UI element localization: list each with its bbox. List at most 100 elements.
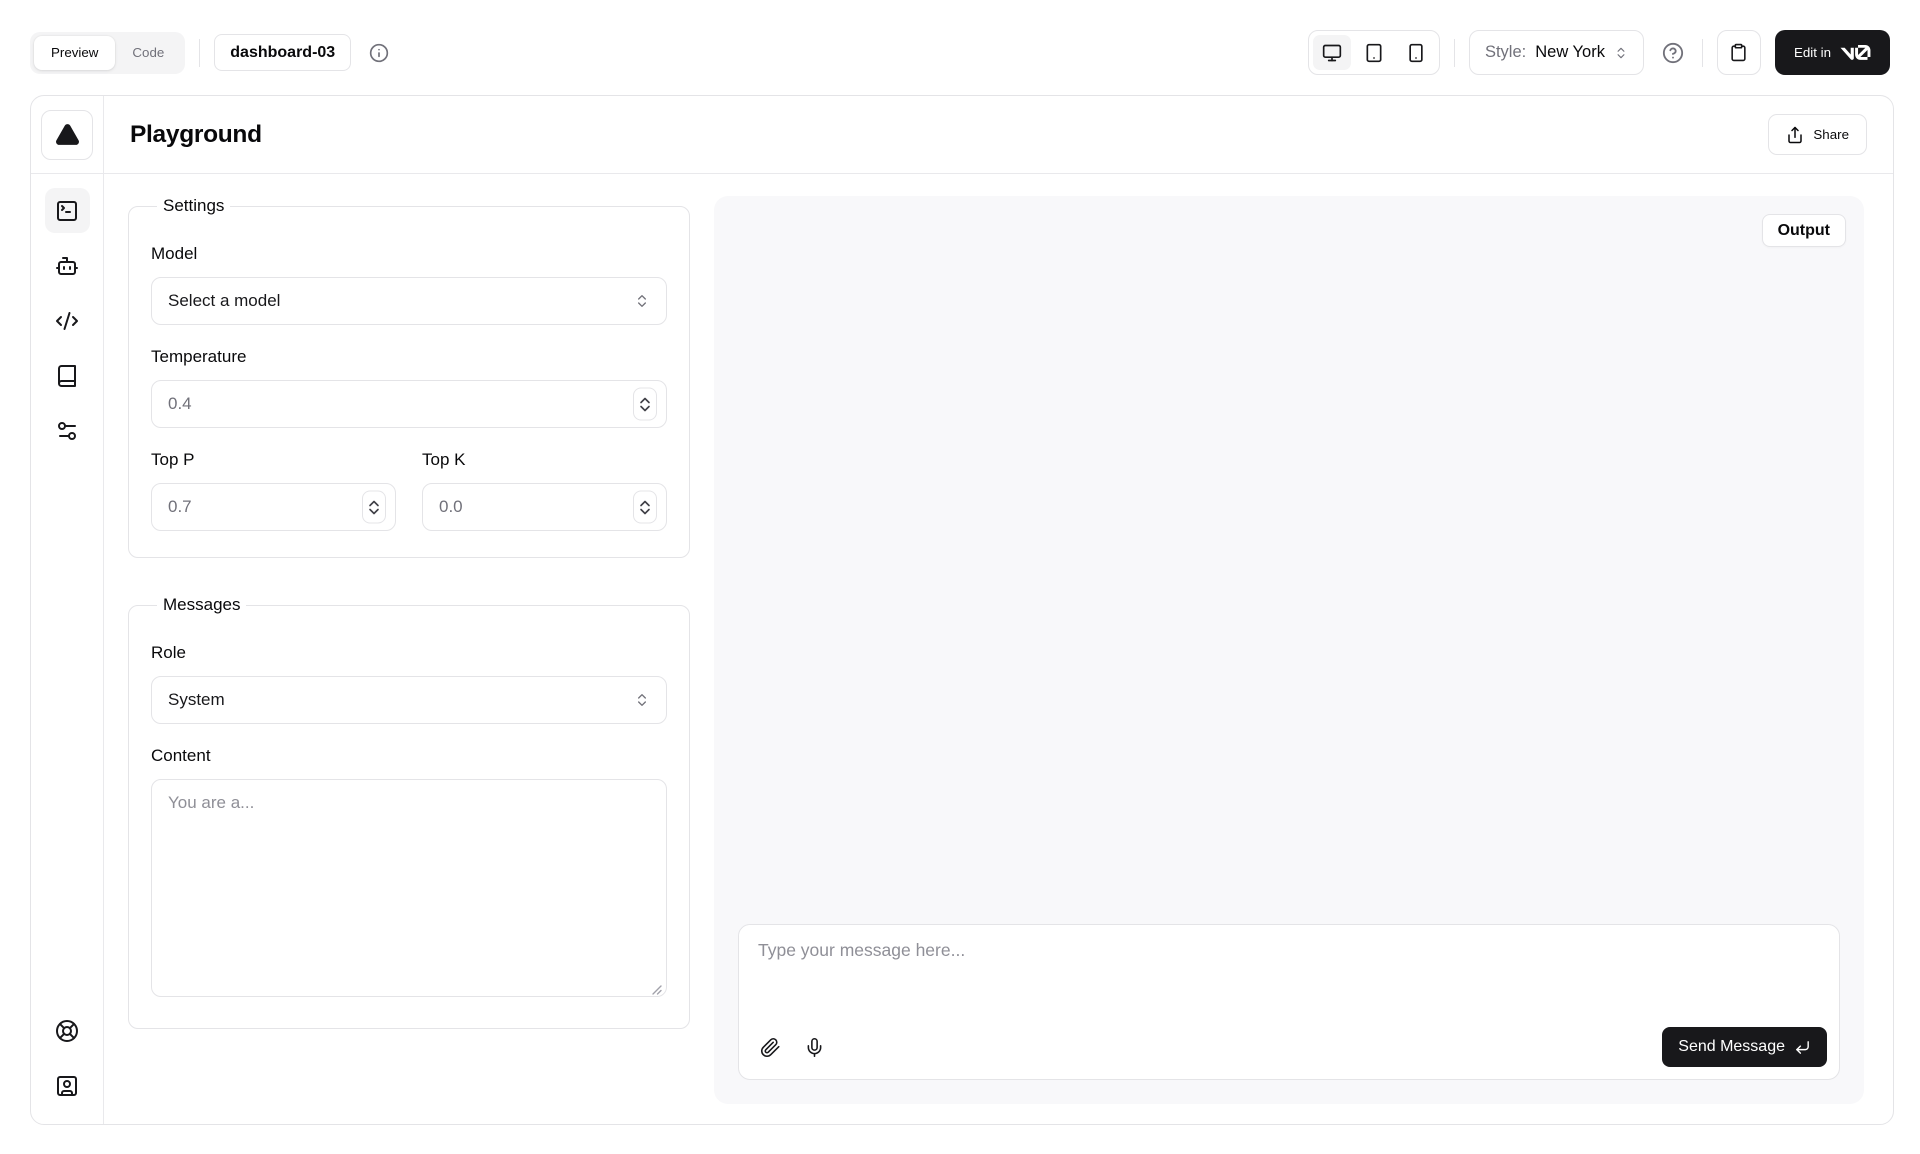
settings-fieldset: Settings Model Select a model Temp: [128, 196, 690, 558]
edit-in-v0-button[interactable]: Edit in: [1775, 30, 1890, 75]
message-input[interactable]: [739, 925, 1839, 1027]
smartphone-icon: [1406, 43, 1426, 63]
share-button[interactable]: Share: [1768, 114, 1867, 155]
share-icon: [1786, 126, 1804, 144]
screen: Preview Code dashboard-03: [0, 0, 1920, 1154]
device-tablet-button[interactable]: [1355, 35, 1393, 70]
resize-handle-icon[interactable]: [651, 984, 662, 995]
top-k-stepper[interactable]: [633, 491, 657, 524]
top-k-label: Top K: [422, 450, 667, 470]
sidebar-item-playground[interactable]: [45, 188, 90, 233]
chevrons-up-down-icon: [1614, 46, 1628, 60]
attach-file-button[interactable]: [751, 1028, 789, 1066]
edit-in-v0-label: Edit in: [1794, 45, 1831, 60]
sidebar-item-help[interactable]: [45, 1008, 90, 1053]
sidebar-item-settings[interactable]: [45, 408, 90, 453]
temperature-stepper[interactable]: [633, 388, 657, 421]
top-pk-row: Top P: [151, 450, 667, 531]
settings-sliders-icon: [55, 419, 79, 443]
send-message-label: Send Message: [1678, 1038, 1785, 1056]
chevrons-up-down-icon: [634, 692, 650, 708]
use-microphone-button[interactable]: [795, 1028, 833, 1066]
page-title: Playground: [130, 121, 262, 149]
help-button[interactable]: [1658, 38, 1688, 68]
sidebar-item-models[interactable]: [45, 243, 90, 288]
stepper-chevrons-icon: [368, 498, 380, 516]
send-message-button[interactable]: Send Message: [1662, 1027, 1827, 1067]
bot-icon: [55, 254, 79, 278]
view-mode-tabs: Preview Code: [30, 32, 185, 74]
sidebar: [31, 96, 104, 1124]
model-select-value: Select a model: [168, 291, 280, 311]
monitor-icon: [1322, 43, 1342, 63]
content: Settings Model Select a model Temp: [104, 174, 1893, 1124]
dashboard-block: Playground Share Settings Model: [30, 95, 1894, 1125]
output-badge: Output: [1762, 214, 1846, 247]
divider: [1702, 39, 1703, 67]
settings-legend: Settings: [157, 196, 230, 216]
sidebar-nav: [45, 174, 90, 467]
message-composer: Send Message: [738, 924, 1840, 1080]
tab-code[interactable]: Code: [115, 36, 181, 70]
stepper-chevrons-icon: [639, 498, 651, 516]
corner-down-left-icon: [1794, 1039, 1811, 1056]
role-select[interactable]: System: [151, 676, 667, 724]
page-header: Playground Share: [104, 96, 1893, 174]
role-label: Role: [151, 643, 667, 663]
content-label: Content: [151, 746, 667, 766]
style-select[interactable]: Style: New York: [1469, 30, 1644, 75]
style-select-value: New York: [1535, 43, 1605, 62]
content-field: Content: [151, 746, 667, 1002]
tablet-icon: [1364, 43, 1384, 63]
device-desktop-button[interactable]: [1313, 35, 1351, 70]
model-field: Model Select a model: [151, 244, 667, 325]
square-terminal-icon: [55, 199, 79, 223]
main-area: Playground Share Settings Model: [104, 96, 1893, 1124]
temperature-label: Temperature: [151, 347, 667, 367]
divider: [199, 39, 200, 67]
home-logo-button[interactable]: [41, 110, 93, 160]
copy-code-button[interactable]: [1717, 30, 1761, 75]
output-panel: Output: [714, 196, 1864, 1104]
clipboard-icon: [1729, 43, 1748, 62]
mic-icon: [804, 1037, 825, 1058]
chevrons-up-down-icon: [634, 293, 650, 309]
messages-fieldset: Messages Role System Content: [128, 595, 690, 1029]
code-icon: [55, 309, 79, 333]
block-name-badge: dashboard-03: [214, 34, 351, 71]
device-mobile-button[interactable]: [1397, 35, 1435, 70]
content-textarea[interactable]: [151, 779, 667, 997]
paperclip-icon: [760, 1037, 781, 1058]
v0-logo-icon: [1840, 45, 1871, 60]
share-button-label: Share: [1813, 127, 1849, 142]
sidebar-logo-section: [31, 96, 103, 174]
divider: [1454, 39, 1455, 67]
model-label: Model: [151, 244, 667, 264]
messages-legend: Messages: [157, 595, 246, 615]
top-p-input[interactable]: [151, 483, 396, 531]
composer-actions: Send Message: [739, 1027, 1839, 1079]
tab-preview[interactable]: Preview: [34, 36, 115, 70]
triangle-logo-icon: [55, 122, 80, 147]
role-select-value: System: [168, 690, 225, 710]
device-toggle-group: [1308, 30, 1440, 75]
top-k-input[interactable]: [422, 483, 667, 531]
role-field: Role System: [151, 643, 667, 724]
sidebar-item-documentation[interactable]: [45, 353, 90, 398]
sidebar-item-account[interactable]: [45, 1063, 90, 1108]
temperature-field: Temperature: [151, 347, 667, 428]
top-k-field: Top K: [422, 450, 667, 531]
top-p-label: Top P: [151, 450, 396, 470]
model-select[interactable]: Select a model: [151, 277, 667, 325]
info-icon: [369, 43, 389, 63]
life-buoy-icon: [55, 1019, 79, 1043]
square-user-icon: [55, 1074, 79, 1098]
top-p-field: Top P: [151, 450, 396, 531]
sidebar-item-api[interactable]: [45, 298, 90, 343]
help-circle-icon: [1662, 42, 1684, 64]
top-p-stepper[interactable]: [362, 491, 386, 524]
info-button[interactable]: [365, 39, 393, 67]
temperature-input[interactable]: [151, 380, 667, 428]
sidebar-bottom-nav: [45, 994, 90, 1124]
style-select-label: Style:: [1485, 43, 1526, 62]
